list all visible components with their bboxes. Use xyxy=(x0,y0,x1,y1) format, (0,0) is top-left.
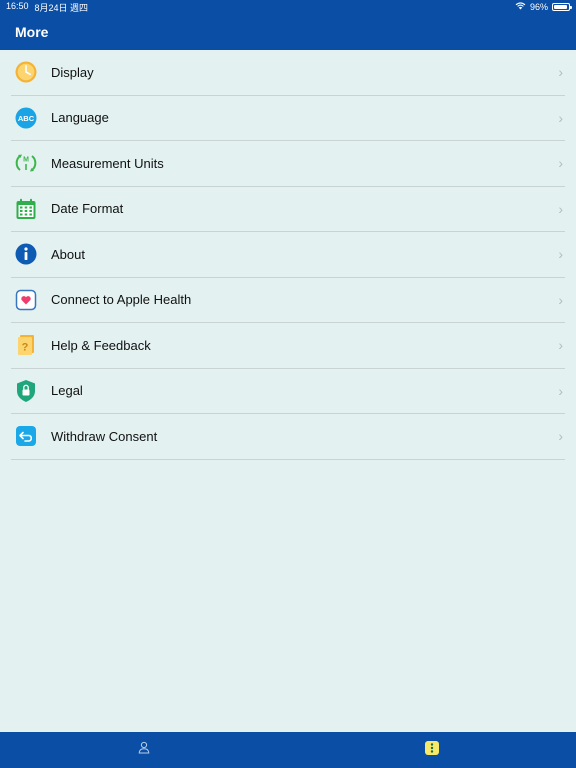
menu-item-display[interactable]: Display › xyxy=(11,50,565,96)
chevron-right-icon: › xyxy=(558,382,563,399)
chevron-right-icon: › xyxy=(558,291,563,308)
chevron-right-icon: › xyxy=(558,200,563,217)
battery-percent: 96% xyxy=(529,2,548,12)
menu-item-date-format[interactable]: Date Format › xyxy=(11,187,565,232)
chevron-right-icon: › xyxy=(558,64,563,81)
menu-item-label: Withdraw Consent xyxy=(51,428,158,444)
menu-item-label: Legal xyxy=(51,383,83,399)
status-left: 16:50 8月24日 週四 xyxy=(6,1,88,14)
help-book-icon: ? xyxy=(14,333,38,357)
heart-icon xyxy=(14,288,38,312)
battery-icon xyxy=(552,3,572,11)
menu-item-label: Connect to Apple Health xyxy=(51,292,192,308)
nav-bar: More xyxy=(0,14,576,50)
chevron-right-icon: › xyxy=(558,428,563,445)
menu-item-label: Measurement Units xyxy=(51,155,164,171)
abc-icon: ABC xyxy=(14,106,38,130)
tab-bar xyxy=(0,732,576,768)
chevron-right-icon: › xyxy=(558,155,563,172)
status-time: 16:50 xyxy=(6,0,29,11)
return-arrow-icon xyxy=(14,424,38,448)
chevron-right-icon: › xyxy=(558,246,563,263)
menu-item-help-feedback[interactable]: ? Help & Feedback › xyxy=(11,323,565,369)
tab-profile[interactable] xyxy=(0,732,288,768)
menu-item-label: About xyxy=(51,246,85,262)
menu-item-language[interactable]: ABC Language › xyxy=(11,96,565,141)
menu-item-legal[interactable]: Legal › xyxy=(11,369,565,414)
battery-fill xyxy=(554,5,568,9)
menu-item-label: Date Format xyxy=(51,201,124,217)
page-title: More xyxy=(15,24,49,40)
info-icon xyxy=(14,242,38,266)
menu-item-label: Help & Feedback xyxy=(51,337,151,353)
status-date: 8月24日 週四 xyxy=(34,2,89,13)
svg-text:?: ? xyxy=(22,342,29,354)
clock-icon xyxy=(14,60,38,84)
menu-list: Display › ABC Language › M Measurement U… xyxy=(0,50,576,460)
menu-item-withdraw-consent[interactable]: Withdraw Consent › xyxy=(11,414,565,460)
person-icon xyxy=(138,741,150,759)
calendar-icon xyxy=(14,197,38,221)
menu-item-label: Display xyxy=(51,64,94,80)
status-right: 96% xyxy=(515,2,572,12)
svg-text:ABC: ABC xyxy=(18,114,35,123)
status-bar: 16:50 8月24日 週四 96% xyxy=(0,0,576,14)
measurement-icon: M xyxy=(14,151,38,175)
tab-more[interactable] xyxy=(288,732,576,768)
wifi-icon xyxy=(515,2,526,12)
svg-text:M: M xyxy=(23,157,29,164)
menu-item-measurement-units[interactable]: M Measurement Units › xyxy=(11,141,565,187)
chevron-right-icon: › xyxy=(558,109,563,126)
shield-lock-icon xyxy=(14,379,38,403)
menu-item-about[interactable]: About › xyxy=(11,232,565,278)
menu-item-connect-apple-health[interactable]: Connect to Apple Health › xyxy=(11,278,565,323)
more-icon xyxy=(425,740,439,760)
menu-item-label: Language xyxy=(51,110,109,126)
chevron-right-icon: › xyxy=(558,337,563,354)
